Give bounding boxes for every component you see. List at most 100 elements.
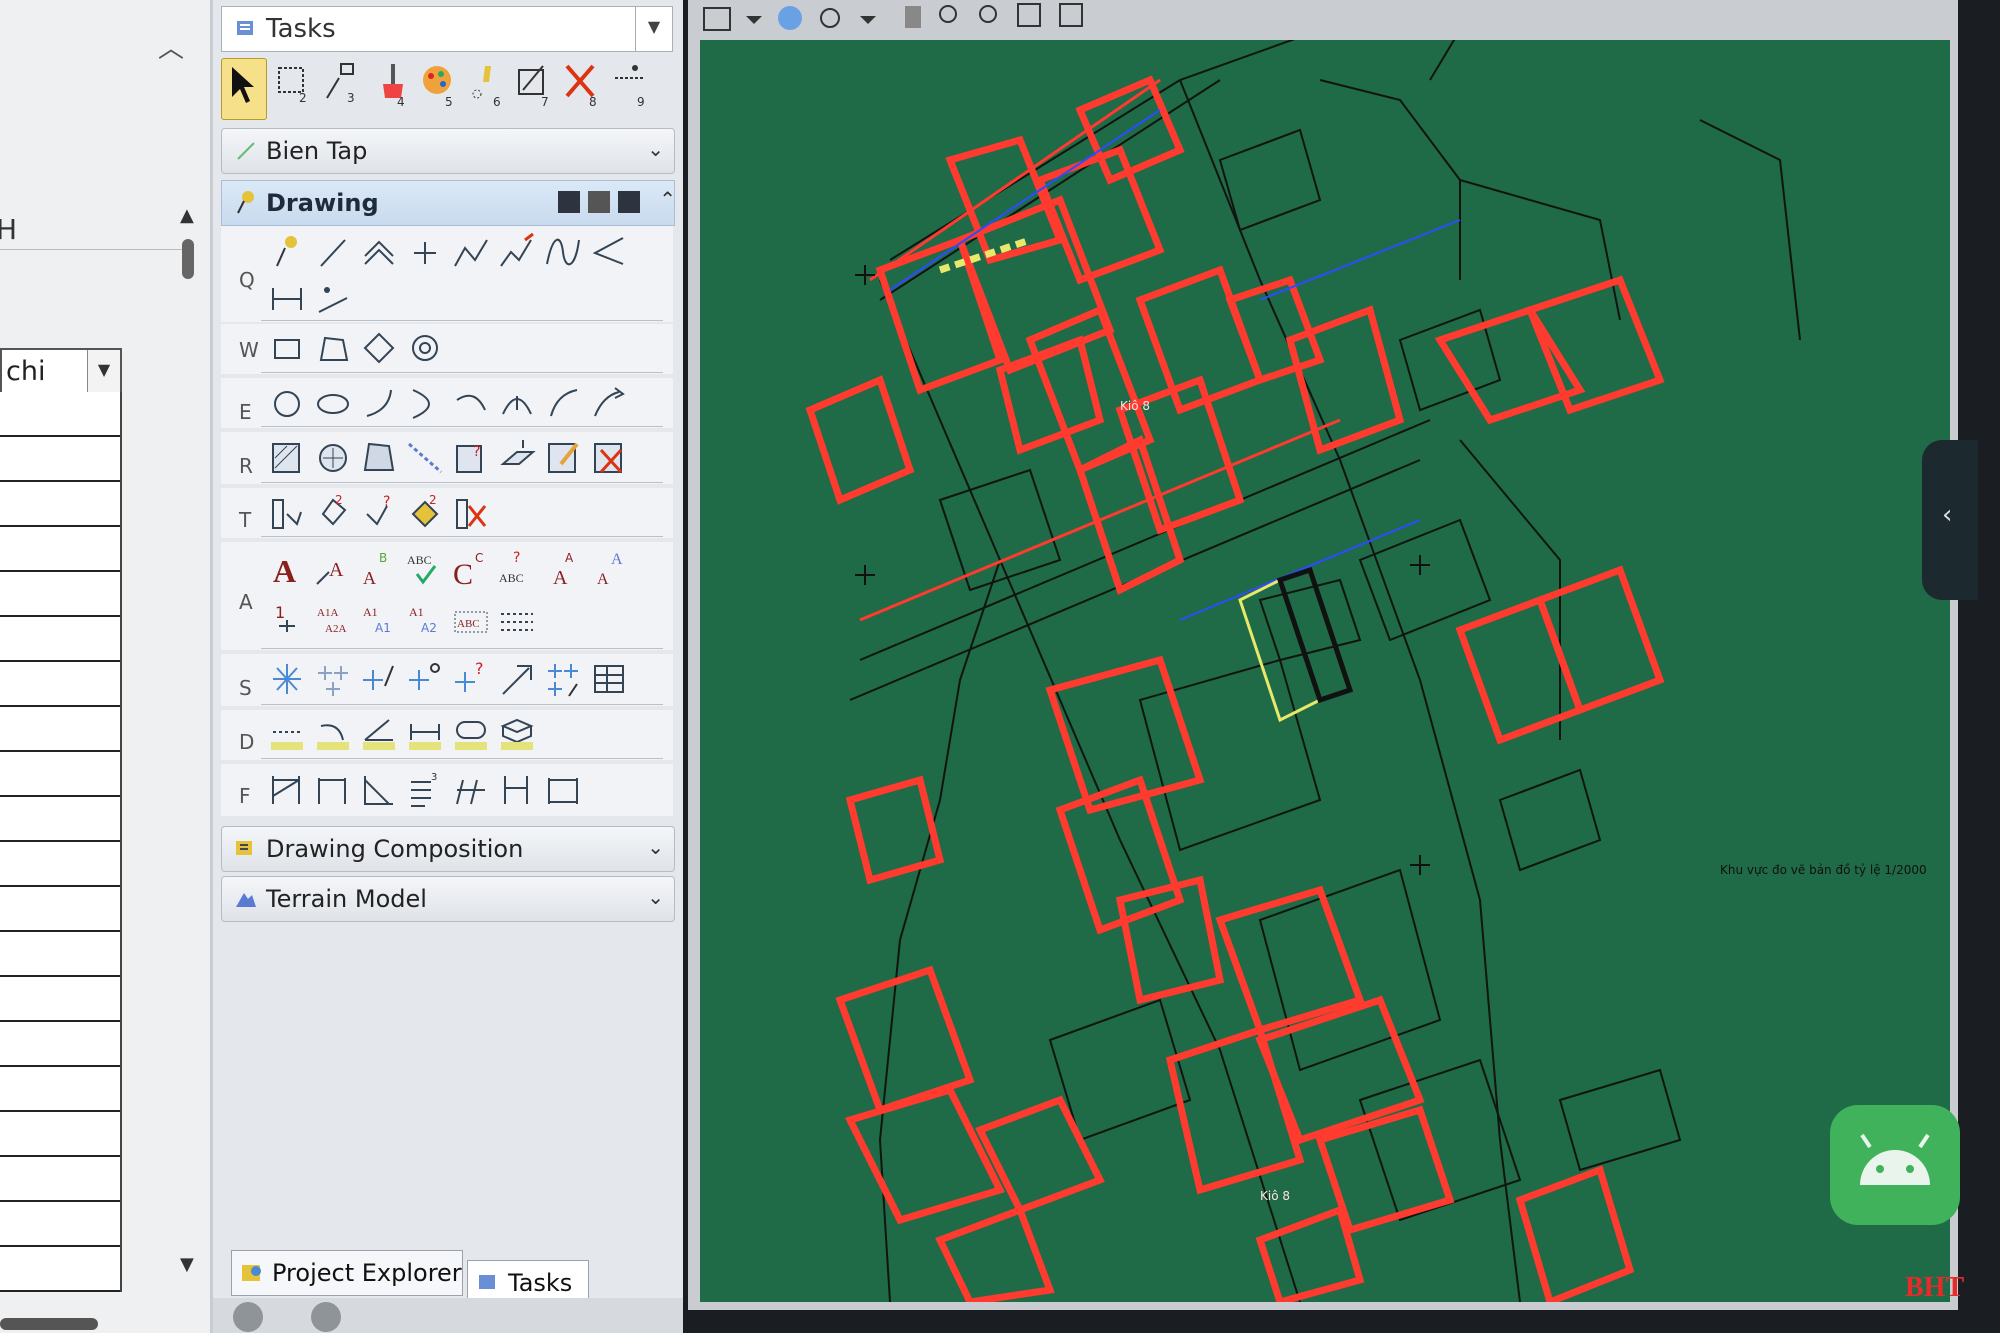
copy-enter-data-field-tool[interactable]: A1A A2A	[313, 596, 353, 642]
place-point-tool[interactable]	[267, 230, 307, 276]
construct-angle-tool[interactable]	[589, 230, 629, 276]
forward-icon[interactable]	[311, 1302, 341, 1332]
place-arc-tool[interactable]	[359, 380, 399, 426]
dimension-angle-f-tool[interactable]	[359, 766, 399, 812]
modify-arc-axis-tool[interactable]	[589, 380, 629, 426]
place-quarter-ellipse-tool[interactable]	[451, 380, 491, 426]
edit-tag-tool[interactable]	[313, 656, 353, 702]
place-block-tool[interactable]	[267, 326, 307, 372]
place-ellipse-tool[interactable]	[313, 380, 353, 426]
place-active-cell-tool[interactable]: 2	[313, 490, 353, 536]
dimension-linear-tool[interactable]	[267, 766, 307, 812]
dimension-ordinate-tool[interactable]: 3	[405, 766, 445, 812]
section-bien-tap[interactable]: Bien Tap ⌄	[221, 128, 675, 174]
modify-arc-radius-tool[interactable]	[497, 380, 537, 426]
hatch-area-tool[interactable]	[267, 434, 307, 480]
grid-view-icon[interactable]	[558, 191, 580, 213]
crosshatch-area-tool[interactable]	[313, 434, 353, 480]
tag-set-tool[interactable]	[543, 656, 583, 702]
place-point-cross-tool[interactable]	[405, 230, 445, 276]
linear-pattern-tool[interactable]	[405, 434, 445, 480]
scroll-down-icon[interactable]: ▼	[180, 1254, 194, 1275]
match-pattern-tool[interactable]	[497, 434, 537, 480]
select-element-tool[interactable]	[221, 58, 267, 120]
place-note-tool[interactable]: A	[313, 546, 353, 592]
match-text-attributes-tool[interactable]: AA	[543, 546, 583, 592]
palette-tool[interactable]: 5	[415, 58, 459, 118]
change-text-attributes-tool[interactable]: CC	[451, 546, 491, 592]
place-orthogonal-tool[interactable]	[359, 326, 399, 372]
place-tag-tool[interactable]	[267, 656, 307, 702]
collapse-up-icon[interactable]: ︿	[158, 28, 184, 65]
measure-tool[interactable]: 9	[607, 58, 651, 118]
place-cell-tool[interactable]	[267, 490, 307, 536]
list-view-icon[interactable]	[588, 191, 610, 213]
dimension-angle-tool[interactable]	[359, 712, 399, 758]
tag-table-tool[interactable]	[589, 656, 629, 702]
tab-project-explorer[interactable]: Project Explorer	[231, 1250, 463, 1296]
place-smartline-tool[interactable]	[359, 230, 399, 276]
place-text-node-tool[interactable]: 1	[267, 596, 307, 642]
edit-text-tool[interactable]: BA	[359, 546, 399, 592]
show-pattern-attributes-tool[interactable]: ?	[451, 434, 491, 480]
chevron-down-icon[interactable]: ▼	[87, 350, 120, 392]
horizontal-scrollbar[interactable]	[0, 1318, 98, 1330]
place-circle-tool[interactable]	[267, 380, 307, 426]
dimension-size-tool[interactable]	[405, 712, 445, 758]
attributes-tool[interactable]: 4	[367, 58, 411, 118]
sheet-rows[interactable]	[0, 392, 122, 1292]
place-stream-tool[interactable]	[497, 230, 537, 276]
replace-cell-tool[interactable]: 2	[405, 490, 445, 536]
section-drawing-composition[interactable]: Drawing Composition ⌄	[221, 826, 675, 872]
chevron-up-icon[interactable]: ⌃	[659, 187, 676, 211]
map-canvas[interactable]: Kiô 8 Kiô 8	[700, 40, 1950, 1302]
field-combobox[interactable]: chi ▼	[0, 348, 122, 394]
android-app-icon[interactable]	[1830, 1105, 1960, 1225]
place-linestring-tool[interactable]	[451, 230, 491, 276]
chevron-down-icon[interactable]: ⌄	[647, 835, 664, 859]
dimension-radius-tool[interactable]	[497, 766, 537, 812]
dimension-diameter-tool[interactable]	[451, 766, 491, 812]
scroll-thumb[interactable]	[182, 239, 194, 279]
dimension-element-f-tool[interactable]	[313, 766, 353, 812]
dimension-3d-tool[interactable]	[497, 712, 537, 758]
place-ordered-tool[interactable]	[313, 276, 353, 322]
detail-view-icon[interactable]	[618, 191, 640, 213]
delete-tool[interactable]: 8	[559, 58, 603, 118]
section-drawing[interactable]: Drawing ⌃	[221, 180, 676, 226]
section-terrain-model[interactable]: Terrain Model ⌄	[221, 876, 675, 922]
tasks-dropdown[interactable]: Tasks ▼	[221, 6, 673, 52]
side-panel-handle[interactable]: ‹	[1922, 440, 1978, 600]
chevron-down-icon[interactable]: ⌄	[647, 885, 664, 909]
dimension-element-tool[interactable]	[267, 712, 307, 758]
change-pattern-tool[interactable]	[543, 434, 583, 480]
show-empty-fields-tool[interactable]	[497, 596, 537, 642]
back-icon[interactable]	[233, 1302, 263, 1332]
edit-data-field-tool[interactable]: ABC	[451, 596, 491, 642]
query-tag-tool[interactable]: ?	[451, 656, 491, 702]
move-tool[interactable]: 3	[319, 58, 363, 118]
column-header[interactable]: H	[0, 205, 190, 250]
pattern-area-tool[interactable]	[359, 434, 399, 480]
chevron-down-icon[interactable]: ▼	[635, 7, 672, 51]
scroll-up-icon[interactable]: ▲	[180, 205, 194, 226]
chevron-down-icon[interactable]: ⌄	[647, 137, 664, 161]
place-line-tool[interactable]	[313, 230, 353, 276]
delete-pattern-tool[interactable]	[589, 434, 629, 480]
place-shape-tool[interactable]	[313, 326, 353, 372]
dimension-arc-tool[interactable]	[313, 712, 353, 758]
multiline-tool[interactable]	[267, 276, 307, 322]
identify-cell-tool[interactable]: ?	[359, 490, 399, 536]
fill-data-field-tool[interactable]: A1 A1	[359, 596, 399, 642]
place-half-ellipse-tool[interactable]	[405, 380, 445, 426]
dimension-radial-tool[interactable]	[451, 712, 491, 758]
review-tag-tool[interactable]	[405, 656, 445, 702]
associate-tag-tool[interactable]	[497, 656, 537, 702]
increment-data-field-tool[interactable]: A1 A2	[405, 596, 445, 642]
query-tool[interactable]: 6	[463, 58, 507, 118]
fence-tool[interactable]: 2	[271, 58, 315, 118]
drop-cell-tool[interactable]	[451, 490, 491, 536]
place-regular-polygon-tool[interactable]	[405, 326, 445, 372]
increment-text-tool[interactable]: AA	[589, 546, 629, 592]
place-text-tool[interactable]: A	[267, 546, 307, 592]
